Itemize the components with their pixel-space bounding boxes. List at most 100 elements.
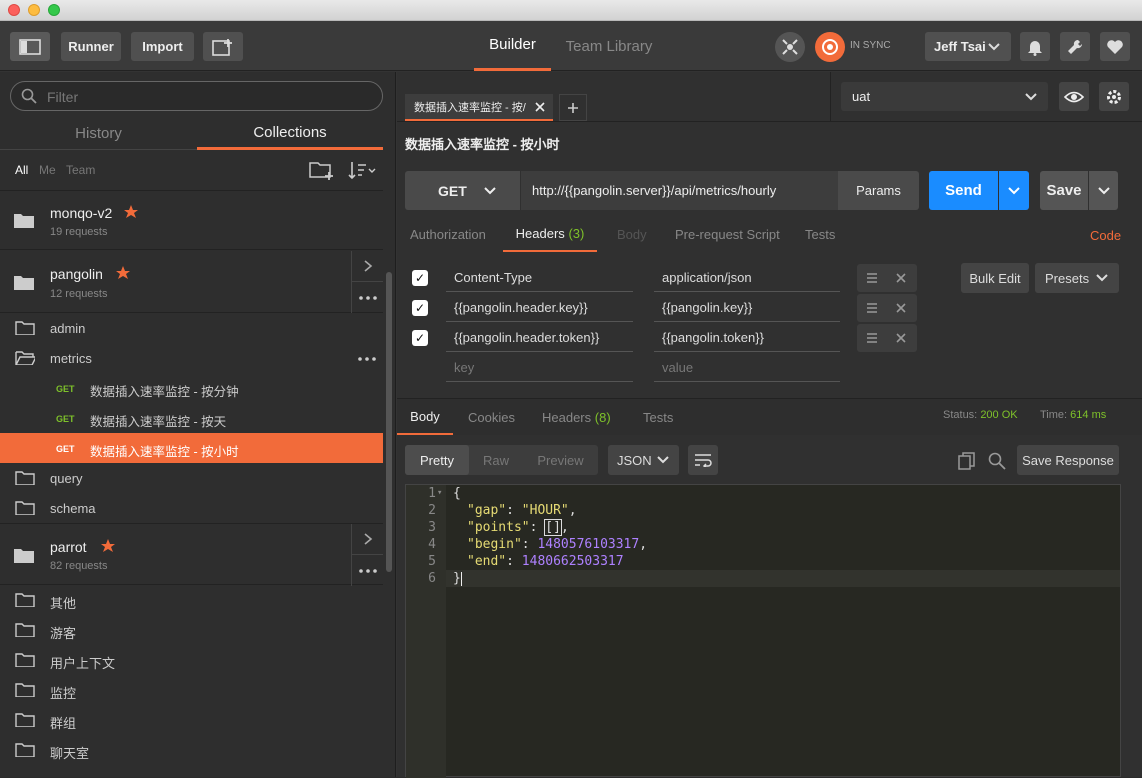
header-value[interactable]: application/json	[654, 263, 840, 292]
new-header-value-input[interactable]: value	[654, 353, 840, 382]
code-link[interactable]: Code	[1090, 228, 1121, 243]
drag-handle-icon[interactable]	[867, 333, 877, 343]
new-header-key-input[interactable]: key	[446, 353, 633, 382]
header-checkbox[interactable]: ✓	[412, 300, 428, 316]
new-tab-window-button[interactable]	[203, 32, 243, 61]
scope-team[interactable]: Team	[66, 163, 95, 177]
expand-collection-button[interactable]	[351, 524, 383, 555]
remove-header-icon[interactable]	[896, 273, 906, 283]
environment-quick-look-button[interactable]	[1059, 82, 1089, 111]
format-select[interactable]: JSON	[608, 445, 679, 475]
tab-builder[interactable]: Builder	[474, 21, 551, 71]
collection-more-button[interactable]	[351, 555, 383, 586]
header-key[interactable]: Content-Type	[446, 263, 633, 292]
request-tab[interactable]: 数据插入速率监控 - 按/	[405, 94, 553, 121]
send-options-button[interactable]	[999, 171, 1029, 210]
filter-input[interactable]: Filter	[10, 81, 383, 111]
tab-history[interactable]: History	[0, 118, 197, 150]
drag-handle-icon[interactable]	[867, 303, 877, 313]
tab-team-library[interactable]: Team Library	[560, 21, 658, 71]
header-key[interactable]: {{pangolin.header.token}}	[446, 323, 633, 352]
send-button[interactable]: Send	[929, 171, 998, 210]
environment-select[interactable]: uat	[841, 82, 1048, 111]
drag-handle-icon[interactable]	[867, 273, 877, 283]
more-horizontal-icon[interactable]	[358, 357, 376, 361]
url-input[interactable]: http://{{pangolin.server}}/api/metrics/h…	[521, 171, 838, 210]
import-button[interactable]: Import	[131, 32, 194, 61]
copy-icon[interactable]	[958, 452, 976, 470]
request-item[interactable]: GET 数据插入速率监控 - 按分钟	[0, 373, 383, 403]
save-response-button[interactable]: Save Response	[1017, 445, 1119, 475]
folder-item[interactable]: 游客	[0, 615, 383, 645]
toggle-sidebar-button[interactable]	[10, 32, 50, 61]
request-item-selected[interactable]: GET 数据插入速率监控 - 按小时	[0, 433, 383, 463]
folder-schema[interactable]: schema	[0, 493, 383, 523]
tab-body[interactable]: Body	[617, 227, 647, 242]
tab-response-headers-count: (8)	[594, 410, 611, 425]
settings-wrench-button[interactable]	[1060, 32, 1090, 61]
request-item[interactable]: GET 数据插入速率监控 - 按天	[0, 403, 383, 433]
method-select[interactable]: GET	[405, 171, 520, 210]
header-value[interactable]: {{pangolin.token}}	[654, 323, 840, 352]
collection-parrot[interactable]: parrot 82 requests	[0, 523, 383, 586]
manage-environments-button[interactable]	[1099, 82, 1129, 111]
view-preview-button[interactable]: Preview	[523, 445, 598, 475]
minimize-window-button[interactable]	[28, 4, 40, 16]
star-icon[interactable]	[101, 539, 115, 553]
tab-headers[interactable]: Headers (3)	[503, 216, 597, 252]
header-checkbox[interactable]: ✓	[412, 270, 428, 286]
save-options-button[interactable]	[1089, 171, 1118, 210]
tab-prerequest-script[interactable]: Pre-request Script	[675, 227, 780, 242]
remove-header-icon[interactable]	[896, 303, 906, 313]
params-button[interactable]: Params	[838, 171, 919, 210]
add-tab-button[interactable]	[559, 94, 587, 121]
folder-query[interactable]: query	[0, 463, 383, 493]
tab-response-tests[interactable]: Tests	[643, 410, 673, 425]
sort-icon[interactable]	[347, 160, 377, 180]
zoom-window-button[interactable]	[48, 4, 60, 16]
wrap-lines-button[interactable]	[688, 445, 718, 475]
header-value[interactable]: {{pangolin.key}}	[654, 293, 840, 322]
close-window-button[interactable]	[8, 4, 20, 16]
header-key[interactable]: {{pangolin.header.key}}	[446, 293, 633, 322]
bulk-edit-button[interactable]: Bulk Edit	[961, 263, 1029, 293]
notifications-button[interactable]	[1020, 32, 1050, 61]
tab-response-body[interactable]: Body	[397, 399, 453, 435]
user-menu[interactable]: Jeff Tsai	[925, 32, 1011, 61]
folder-item[interactable]: 监控	[0, 675, 383, 705]
remove-header-icon[interactable]	[896, 333, 906, 343]
scope-all[interactable]: All	[15, 163, 28, 177]
header-checkbox[interactable]: ✓	[412, 330, 428, 346]
scope-me[interactable]: Me	[39, 163, 56, 177]
tab-authorization[interactable]: Authorization	[410, 227, 486, 242]
folder-item[interactable]: 其他	[0, 585, 383, 615]
tab-response-headers[interactable]: Headers (8)	[542, 410, 611, 425]
response-body-editor[interactable]: 1 ▾ { 2 "gap": "HOUR", 3 "points": [], 4…	[405, 484, 1121, 778]
view-raw-button[interactable]: Raw	[469, 445, 523, 475]
collection-pangolin[interactable]: pangolin 12 requests	[0, 251, 383, 313]
folder-item[interactable]: 聊天室	[0, 735, 383, 765]
folder-item[interactable]: 群组	[0, 705, 383, 735]
collection-more-button[interactable]	[351, 282, 383, 313]
close-icon[interactable]	[535, 101, 545, 112]
sync-button[interactable]	[815, 32, 845, 62]
collection-monqo-v2[interactable]: monqo-v2 19 requests	[0, 190, 383, 250]
new-collection-icon[interactable]	[309, 160, 335, 180]
runner-button[interactable]: Runner	[61, 32, 121, 61]
interceptor-button[interactable]	[775, 32, 805, 62]
view-pretty-button[interactable]: Pretty	[405, 445, 469, 475]
tab-collections[interactable]: Collections	[197, 118, 383, 150]
star-icon[interactable]	[124, 205, 138, 219]
folder-metrics[interactable]: metrics	[0, 343, 383, 373]
save-button[interactable]: Save	[1040, 171, 1088, 210]
folder-item[interactable]: 用户上下文	[0, 645, 383, 675]
star-icon[interactable]	[116, 266, 130, 280]
folder-admin[interactable]: admin	[0, 313, 383, 343]
favorites-button[interactable]	[1100, 32, 1130, 61]
tab-response-cookies[interactable]: Cookies	[468, 410, 515, 425]
tab-tests[interactable]: Tests	[805, 227, 835, 242]
expand-collection-button[interactable]	[351, 251, 383, 282]
presets-button[interactable]: Presets	[1035, 263, 1119, 293]
search-icon[interactable]	[988, 452, 1006, 470]
sidebar-scrollbar[interactable]	[386, 272, 392, 572]
